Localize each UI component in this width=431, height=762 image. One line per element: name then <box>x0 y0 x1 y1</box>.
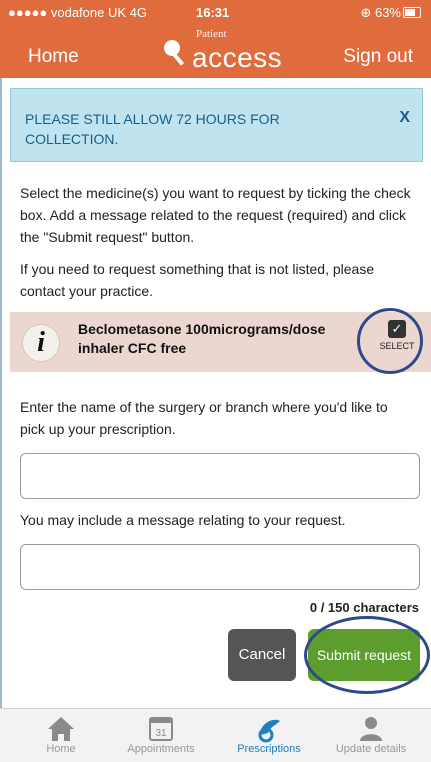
key-icon <box>164 40 185 66</box>
message-input[interactable] <box>20 544 420 590</box>
select-highlight-ring <box>357 308 423 374</box>
logo-access-text: access <box>192 42 283 73</box>
sign-out-link[interactable]: Sign out <box>343 46 413 68</box>
tab-appointments-label: Appointments <box>127 743 195 755</box>
status-bar: ●●●●● vodafone UK 4G 16:31 ⊕ 63% <box>0 0 431 24</box>
status-time: 16:31 <box>196 5 230 20</box>
tab-update-details-label: Update details <box>335 743 407 755</box>
surgery-field-label: Enter the name of the surgery or branch … <box>20 399 388 437</box>
patient-access-logo: Patient access <box>162 28 282 76</box>
person-icon <box>360 717 382 741</box>
tab-update-details[interactable]: Update details <box>328 709 414 762</box>
home-icon <box>48 717 74 741</box>
instructions-paragraph-2: If you need to request something that is… <box>20 261 375 299</box>
medicine-name: Beclometasone 100micrograms/dose inhaler… <box>78 321 326 356</box>
prescriptions-icon <box>258 719 280 743</box>
logo-patient-text: Patient <box>196 28 227 40</box>
battery-level: ⊕ 63% <box>360 5 401 20</box>
cancel-button[interactable]: Cancel <box>228 629 296 681</box>
instructions: Select the medicine(s) you want to reque… <box>20 182 415 312</box>
info-icon[interactable]: i <box>22 324 60 362</box>
collection-alert: PLEASE STILL ALLOW 72 HOURS FOR COLLECTI… <box>10 88 423 162</box>
surgery-input[interactable] <box>20 453 420 499</box>
calendar-icon: 31 <box>149 717 173 741</box>
tab-prescriptions-label: Prescriptions <box>237 743 301 755</box>
alert-close-button[interactable]: X <box>399 109 410 127</box>
instructions-paragraph-1: Select the medicine(s) you want to reque… <box>20 185 411 245</box>
svg-text:31: 31 <box>155 728 167 739</box>
tab-prescriptions[interactable]: Prescriptions <box>226 709 312 762</box>
tab-appointments[interactable]: 31 Appointments <box>118 709 204 762</box>
home-nav-link[interactable]: Home <box>28 46 79 68</box>
battery-icon <box>403 7 421 18</box>
tab-home[interactable]: Home <box>18 709 104 762</box>
left-border <box>0 78 2 708</box>
app-header: ●●●●● vodafone UK 4G 16:31 ⊕ 63% Home Pa… <box>0 0 431 78</box>
bottom-tab-bar: Home 31 Appointments Prescriptions Updat… <box>0 708 431 762</box>
carrier-label: ●●●●● vodafone UK 4G <box>8 5 147 20</box>
alert-message: PLEASE STILL ALLOW 72 HOURS FOR COLLECTI… <box>25 111 280 147</box>
tab-home-label: Home <box>46 743 76 755</box>
message-field-label: You may include a message relating to yo… <box>20 512 346 528</box>
character-counter: 0 / 150 characters <box>309 600 419 615</box>
submit-highlight-ring <box>304 616 430 694</box>
